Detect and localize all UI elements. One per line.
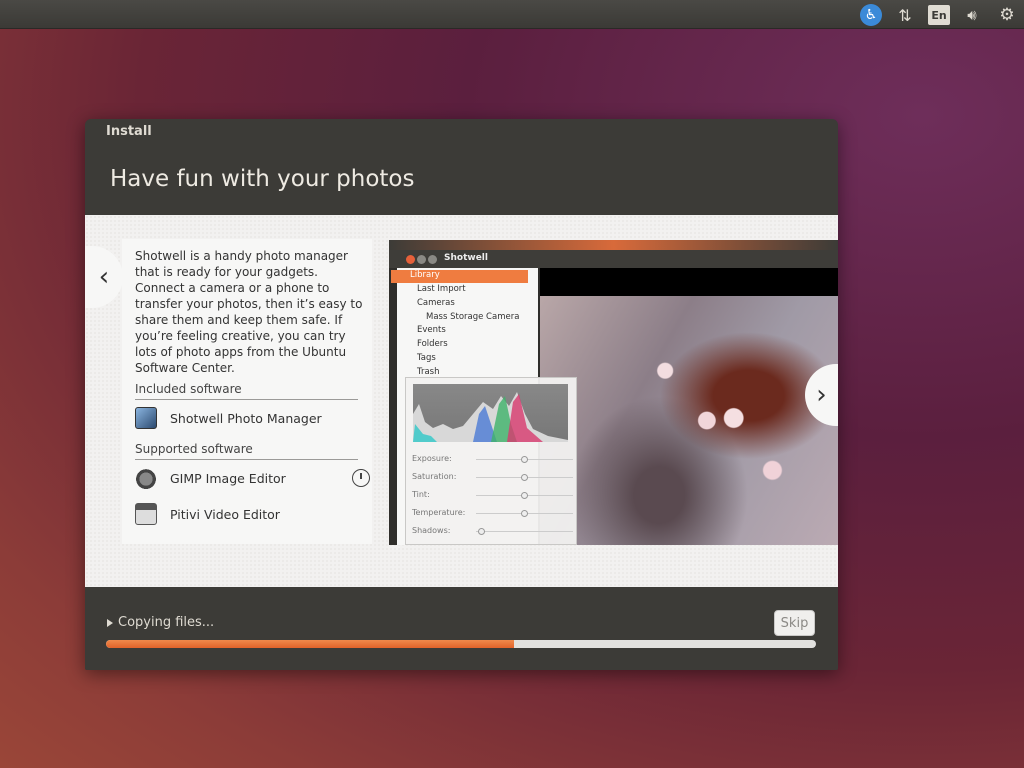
slideshow: Shotwell is a handy photo manager that i… [85, 215, 838, 587]
sidebar-item-library: Library [391, 270, 528, 283]
expander-triangle-icon [107, 619, 113, 627]
software-item-shotwell: Shotwell Photo Manager [135, 405, 322, 431]
progress-bar [106, 640, 816, 648]
chevron-right-icon: › [816, 380, 826, 410]
saturation-slider [476, 477, 573, 478]
slide-description: Shotwell is a handy photo manager that i… [135, 248, 363, 376]
gear-icon[interactable]: ⚙ [996, 4, 1018, 26]
shadows-label: Shadows: [412, 526, 450, 535]
shotwell-icon [135, 407, 157, 429]
software-item-pitivi: Pitivi Video Editor [135, 501, 280, 527]
sidebar-item-trash: Trash [417, 367, 439, 377]
maximize-icon [428, 255, 437, 264]
slider-knob [478, 528, 485, 535]
pitivi-icon [135, 503, 157, 525]
sidebar-item-tags: Tags [417, 353, 436, 363]
software-label: Shotwell Photo Manager [170, 411, 322, 426]
keyboard-language-icon[interactable]: En [928, 5, 950, 25]
supported-software-heading: Supported software [135, 442, 358, 460]
window-title: Install [106, 124, 152, 139]
screenshot-toolbar [540, 268, 838, 296]
sidebar-item-last-import: Last Import [417, 284, 466, 294]
exposure-slider [476, 459, 573, 460]
slider-knob [521, 492, 528, 499]
top-panel: ♿ ⇅ En 🔊︎ ⚙ [0, 0, 1024, 29]
screenshot-accent [389, 240, 838, 250]
adjust-panel: Exposure: Saturation: Tint: Temperature:… [405, 377, 577, 545]
tint-label: Tint: [412, 490, 430, 499]
shotwell-screenshot: Shotwell Library Last Import Cameras Mas… [389, 240, 838, 545]
software-label: GIMP Image Editor [170, 471, 286, 486]
progress-label: Copying files... [118, 615, 214, 630]
chevron-left-icon: ‹ [99, 262, 109, 292]
tint-slider [476, 495, 573, 496]
slider-knob [521, 474, 528, 481]
slide-text-panel: Shotwell is a handy photo manager that i… [122, 239, 372, 544]
cherry-blossom-photo [540, 296, 838, 545]
software-label: Pitivi Video Editor [170, 507, 280, 522]
temperature-slider [476, 513, 573, 514]
volume-icon[interactable]: 🔊︎ [961, 4, 983, 26]
skip-button[interactable]: Skip [774, 610, 815, 636]
included-software-heading: Included software [135, 382, 358, 400]
screenshot-title: Shotwell [444, 253, 488, 263]
gimp-icon [135, 467, 157, 489]
exposure-label: Exposure: [412, 454, 452, 463]
progress-fill [106, 640, 514, 648]
slider-knob [521, 456, 528, 463]
sidebar-item-mass-storage: Mass Storage Camera [426, 312, 519, 322]
close-icon [406, 255, 415, 264]
accessibility-icon[interactable]: ♿ [860, 4, 882, 26]
clock-icon [352, 469, 370, 487]
sidebar-item-events: Events [417, 325, 446, 335]
progress-expander[interactable]: Copying files... [107, 615, 214, 630]
shadows-slider [476, 531, 573, 532]
saturation-label: Saturation: [412, 472, 456, 481]
histogram [413, 384, 568, 442]
network-icon[interactable]: ⇅ [894, 4, 916, 26]
software-item-gimp: GIMP Image Editor [135, 465, 286, 491]
minimize-icon [417, 255, 426, 264]
install-footer: Copying files... Skip [85, 587, 838, 670]
install-dialog: Install Have fun with your photos Shotwe… [85, 119, 838, 670]
slide-title: Have fun with your photos [110, 166, 414, 192]
sidebar-item-cameras: Cameras [417, 298, 455, 308]
temperature-label: Temperature: [412, 508, 465, 517]
sidebar-item-folders: Folders [417, 339, 448, 349]
slider-knob [521, 510, 528, 517]
histogram-graph [413, 384, 568, 442]
